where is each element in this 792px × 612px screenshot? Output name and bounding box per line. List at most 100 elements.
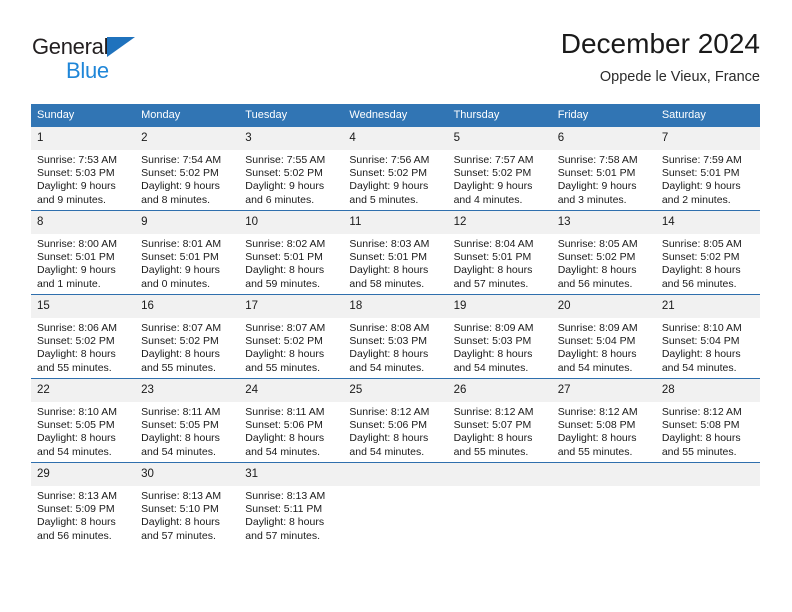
calendar-day-cell[interactable]: 9 Sunrise: 8:01 AM Sunset: 5:01 PM Daylight…: [135, 210, 240, 295]
calendar-day-cell[interactable]: 31 Sunrise: 8:13 AM Sunset: 5:11 PM Dayligh…: [239, 462, 344, 546]
sunset-text: Sunset: 5:01 PM: [453, 251, 532, 264]
calendar-day-cell[interactable]: 19 Sunrise: 8:09 AM Sunset: 5:03 PM Dayligh…: [447, 294, 552, 379]
daylight-text-line2: and 54 minutes.: [37, 445, 112, 458]
sunrise-text: Sunrise: 8:13 AM: [245, 490, 326, 502]
day-number: 1: [31, 127, 136, 150]
calendar-day-cell[interactable]: 24 Sunrise: 8:11 AM Sunset: 5:06 PM Dayligh…: [239, 378, 344, 463]
calendar-day-cell[interactable]: 20 Sunrise: 8:09 AM Sunset: 5:04 PM Dayligh…: [551, 294, 656, 379]
daylight-text-line2: and 56 minutes.: [661, 277, 737, 290]
logo-text-general: General: [32, 34, 109, 59]
daylight-text-line2: and 54 minutes.: [661, 361, 737, 374]
calendar-day-cell[interactable]: 22 Sunrise: 8:10 AM Sunset: 5:05 PM Dayligh…: [31, 378, 136, 463]
sunset-text: Sunset: 5:02 PM: [557, 251, 636, 264]
sunrise-text: Sunrise: 8:13 AM: [37, 490, 117, 502]
daylight-text-line1: Daylight: 8 hours: [661, 264, 741, 277]
calendar-day-cell-empty: [343, 462, 448, 546]
daylight-text-line2: and 57 minutes.: [245, 529, 320, 542]
daylight-text-line2: and 55 minutes.: [557, 445, 633, 458]
day-details: Sunrise: 8:04 AM Sunset: 5:01 PM Daylight:…: [448, 234, 552, 291]
day-number: 7: [655, 127, 760, 150]
calendar-day-cell[interactable]: 14 Sunrise: 8:05 AM Sunset: 5:02 PM Dayligh…: [655, 210, 760, 295]
calendar-day-cell[interactable]: 11 Sunrise: 8:03 AM Sunset: 5:01 PM Dayligh…: [343, 210, 448, 295]
day-number: 5: [447, 127, 552, 150]
calendar-week-row: 22 Sunrise: 8:10 AM Sunset: 5:05 PM Dayligh…: [31, 378, 760, 463]
calendar-day-cell[interactable]: 7 Sunrise: 7:59 AM Sunset: 5:01 PM Daylight…: [655, 127, 760, 211]
sunset-text: Sunset: 5:07 PM: [453, 419, 532, 432]
day-details: [552, 486, 656, 490]
calendar-day-cell[interactable]: 21 Sunrise: 8:10 AM Sunset: 5:04 PM Dayligh…: [655, 294, 760, 379]
daylight-text-line1: Daylight: 9 hours: [661, 180, 741, 193]
calendar-day-cell[interactable]: 5 Sunrise: 7:57 AM Sunset: 5:02 PM Daylight…: [447, 127, 552, 211]
day-number: 4: [343, 127, 448, 150]
daylight-text-line1: Daylight: 8 hours: [245, 264, 325, 277]
daylight-text-line1: Daylight: 9 hours: [141, 180, 220, 193]
sunrise-text: Sunrise: 8:02 AM: [245, 238, 326, 250]
calendar-day-cell[interactable]: 23 Sunrise: 8:11 AM Sunset: 5:05 PM Dayligh…: [135, 378, 240, 463]
sunrise-text: Sunrise: 8:10 AM: [661, 322, 742, 334]
calendar-day-cell[interactable]: 12 Sunrise: 8:04 AM Sunset: 5:01 PM Dayligh…: [447, 210, 552, 295]
calendar-day-cell[interactable]: 3 Sunrise: 7:55 AM Sunset: 5:02 PM Daylight…: [239, 127, 344, 211]
day-number: 20: [551, 295, 656, 318]
calendar-day-cell[interactable]: 17 Sunrise: 8:07 AM Sunset: 5:02 PM Dayligh…: [239, 294, 344, 379]
day-number: 9: [135, 211, 240, 234]
day-number: 23: [135, 379, 240, 402]
calendar-day-cell[interactable]: 28 Sunrise: 8:12 AM Sunset: 5:08 PM Dayligh…: [655, 378, 760, 463]
day-number: 21: [655, 295, 760, 318]
calendar-day-cell-empty: [551, 462, 656, 546]
daylight-text-line2: and 59 minutes.: [245, 277, 320, 290]
sunset-text: Sunset: 5:04 PM: [661, 335, 740, 348]
day-number: [655, 463, 760, 486]
sunset-text: Sunset: 5:06 PM: [245, 419, 323, 432]
day-number: 25: [343, 379, 448, 402]
calendar-day-cell[interactable]: 2 Sunrise: 7:54 AM Sunset: 5:02 PM Daylight…: [135, 127, 240, 211]
calendar-day-cell[interactable]: 25 Sunrise: 8:12 AM Sunset: 5:06 PM Dayligh…: [343, 378, 448, 463]
daylight-text-line1: Daylight: 8 hours: [349, 264, 429, 277]
calendar-day-cell[interactable]: 27 Sunrise: 8:12 AM Sunset: 5:08 PM Dayligh…: [551, 378, 656, 463]
calendar-day-cell[interactable]: 10 Sunrise: 8:02 AM Sunset: 5:01 PM Dayligh…: [239, 210, 344, 295]
day-number: 12: [447, 211, 552, 234]
calendar-day-cell[interactable]: 30 Sunrise: 8:13 AM Sunset: 5:10 PM Dayligh…: [135, 462, 240, 546]
sunset-text: Sunset: 5:02 PM: [349, 167, 428, 180]
sunrise-text: Sunrise: 8:12 AM: [661, 406, 742, 418]
day-number: 17: [239, 295, 344, 318]
day-number: 8: [31, 211, 136, 234]
day-number: 30: [135, 463, 240, 486]
day-number: 31: [239, 463, 344, 486]
calendar-week-row: 29 Sunrise: 8:13 AM Sunset: 5:09 PM Dayligh…: [31, 462, 760, 546]
calendar-day-cell[interactable]: 13 Sunrise: 8:05 AM Sunset: 5:02 PM Dayligh…: [551, 210, 656, 295]
day-number: 18: [343, 295, 448, 318]
day-number: 16: [135, 295, 240, 318]
calendar-day-cell[interactable]: 29 Sunrise: 8:13 AM Sunset: 5:09 PM Dayligh…: [31, 462, 136, 546]
day-details: Sunrise: 8:11 AM Sunset: 5:05 PM Daylight:…: [135, 402, 239, 459]
sunset-text: Sunset: 5:02 PM: [141, 167, 219, 180]
daylight-text-line1: Daylight: 8 hours: [245, 432, 325, 445]
sunset-text: Sunset: 5:11 PM: [245, 503, 323, 516]
day-details: Sunrise: 8:07 AM Sunset: 5:02 PM Daylight:…: [239, 318, 343, 375]
daylight-text-line2: and 0 minutes.: [141, 277, 211, 290]
calendar-day-cell[interactable]: 4 Sunrise: 7:56 AM Sunset: 5:02 PM Daylight…: [343, 127, 448, 211]
sunrise-text: Sunrise: 8:12 AM: [557, 406, 638, 418]
sunrise-text: Sunrise: 8:09 AM: [557, 322, 638, 334]
daylight-text-line2: and 6 minutes.: [245, 193, 315, 206]
sunset-text: Sunset: 5:09 PM: [37, 503, 115, 516]
weekday-header-thursday: Thursday: [447, 104, 552, 127]
daylight-text-line1: Daylight: 8 hours: [37, 516, 116, 529]
daylight-text-line2: and 8 minutes.: [141, 193, 211, 206]
daylight-text-line2: and 54 minutes.: [245, 445, 320, 458]
sunset-text: Sunset: 5:02 PM: [245, 335, 323, 348]
calendar-day-cell[interactable]: 26 Sunrise: 8:12 AM Sunset: 5:07 PM Dayligh…: [447, 378, 552, 463]
calendar-day-cell[interactable]: 1 Sunrise: 7:53 AM Sunset: 5:03 PM Daylight…: [31, 127, 136, 211]
day-details: Sunrise: 8:01 AM Sunset: 5:01 PM Daylight:…: [135, 234, 239, 291]
calendar-day-cell[interactable]: 8 Sunrise: 8:00 AM Sunset: 5:01 PM Daylight…: [31, 210, 136, 295]
calendar-day-cell[interactable]: 15 Sunrise: 8:06 AM Sunset: 5:02 PM Dayligh…: [31, 294, 136, 379]
sunrise-text: Sunrise: 8:03 AM: [349, 238, 430, 250]
day-details: Sunrise: 8:13 AM Sunset: 5:09 PM Daylight:…: [31, 486, 135, 543]
calendar-day-cell[interactable]: 6 Sunrise: 7:58 AM Sunset: 5:01 PM Daylight…: [551, 127, 656, 211]
day-details: Sunrise: 7:53 AM Sunset: 5:03 PM Daylight:…: [31, 150, 135, 207]
day-number: 15: [31, 295, 136, 318]
sunrise-text: Sunrise: 7:53 AM: [37, 154, 117, 166]
brand-logo[interactable]: General Blue: [31, 34, 261, 90]
sunset-text: Sunset: 5:03 PM: [37, 167, 115, 180]
calendar-day-cell[interactable]: 18 Sunrise: 8:08 AM Sunset: 5:03 PM Dayligh…: [343, 294, 448, 379]
calendar-day-cell[interactable]: 16 Sunrise: 8:07 AM Sunset: 5:02 PM Dayligh…: [135, 294, 240, 379]
